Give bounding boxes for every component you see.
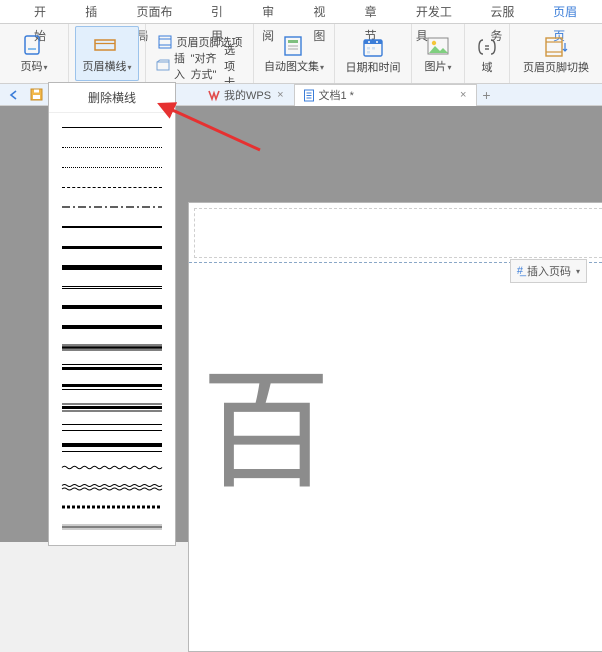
page-number-label: 页码▾ — [20, 61, 47, 74]
field-button[interactable]: 域 — [471, 26, 503, 81]
line-style-solid-thin[interactable] — [57, 117, 167, 137]
menu-item-cloud[interactable]: 云服务 — [476, 0, 539, 24]
line-style-dashed[interactable] — [57, 177, 167, 197]
header-line-dropdown: 删除横线 — [48, 82, 176, 546]
save-icon[interactable] — [28, 87, 44, 103]
header-region[interactable] — [189, 203, 602, 263]
menu-item-start[interactable]: 开始 — [20, 0, 71, 24]
line-style-list — [49, 113, 175, 545]
wps-icon — [208, 89, 220, 101]
line-style-solid-thick[interactable] — [57, 237, 167, 257]
hf-switch-button[interactable]: 页眉页脚切换 — [516, 26, 596, 81]
hash-icon: #̲ — [517, 265, 523, 277]
menu-item-section[interactable]: 章节 — [351, 0, 402, 24]
line-style-dash-thick[interactable] — [57, 497, 167, 517]
line-style-double-xwide[interactable] — [57, 437, 167, 457]
menu-item-headerfooter[interactable]: 页眉页 — [539, 0, 602, 24]
ribbon: 页码▾ 页眉横线▾ 页眉页脚选项 插入 "对齐方式" 选项卡 自动图文集▾ 日期… — [0, 24, 602, 84]
line-style-triple-wide[interactable] — [57, 397, 167, 417]
doc-tab-doc1-label: 文档1 * — [319, 87, 354, 103]
ribbon-group-switch: 页眉页脚切换 — [510, 24, 602, 83]
menu-item-reference[interactable]: 引用 — [197, 0, 248, 24]
picture-icon — [425, 33, 451, 59]
menu-item-dev[interactable]: 开发工具 — [402, 0, 476, 24]
tab-options-label: 选项卡 — [224, 42, 243, 85]
doc-tabs: 我的WPS × 文档1 * × + — [200, 84, 495, 106]
hf-switch-label: 页眉页脚切换 — [523, 62, 589, 74]
menu-bar: 开始 插入 页面布局 引用 审阅 视图 章节 开发工具 云服务 页眉页 — [0, 0, 602, 24]
ribbon-group-insert: 页眉页脚选项 插入 "对齐方式" 选项卡 — [146, 24, 254, 83]
doc-tab-wps-label: 我的WPS — [224, 87, 271, 103]
add-tab-button[interactable]: + — [477, 87, 495, 103]
picture-label: 图片▾ — [424, 61, 451, 74]
align-mode-label: "对齐方式" — [191, 50, 221, 82]
header-line-icon — [94, 33, 120, 59]
ribbon-group-headerline: 页眉横线▾ — [69, 24, 146, 83]
insert-label: 插入 — [174, 50, 187, 82]
doc-icon — [303, 89, 315, 102]
options-icon — [157, 34, 173, 50]
ribbon-group-picture: 图片▾ — [412, 24, 465, 83]
ribbon-group-datetime: 日期和时间 — [335, 24, 412, 83]
switch-icon — [543, 34, 569, 60]
line-style-dashdot[interactable] — [57, 197, 167, 217]
page: #̲ 插入页码 ▾ 百 — [188, 202, 602, 652]
page-icon — [21, 33, 47, 59]
back-icon[interactable] — [6, 87, 22, 103]
line-style-double-thin[interactable] — [57, 277, 167, 297]
autotext-label: 自动图文集▾ — [264, 61, 324, 74]
ribbon-group-field: 域 — [465, 24, 510, 83]
document-text: 百 — [201, 368, 331, 498]
header-line-button[interactable]: 页眉横线▾ — [75, 26, 139, 81]
line-style-double-wide[interactable] — [57, 417, 167, 437]
line-style-thick-thin[interactable] — [57, 317, 167, 337]
line-style-dotted[interactable] — [57, 157, 167, 177]
menu-item-layout[interactable]: 页面布局 — [122, 0, 196, 24]
insert-pagenum-button[interactable]: #̲ 插入页码 ▾ — [510, 259, 587, 283]
tab-icon — [156, 58, 170, 74]
menu-item-insert[interactable]: 插入 — [71, 0, 122, 24]
dropdown-title[interactable]: 删除横线 — [49, 83, 175, 113]
close-icon[interactable]: × — [458, 89, 468, 101]
line-style-emboss[interactable] — [57, 517, 167, 537]
line-style-solid-xthick[interactable] — [57, 257, 167, 277]
picture-button[interactable]: 图片▾ — [418, 26, 458, 81]
menu-item-view[interactable]: 视图 — [299, 0, 350, 24]
field-label: 域 — [482, 62, 493, 74]
ribbon-group-code: 页码▾ — [0, 24, 69, 83]
datetime-label: 日期和时间 — [346, 62, 401, 74]
close-icon[interactable]: × — [275, 89, 285, 101]
menu-item-review[interactable]: 审阅 — [248, 0, 299, 24]
doc-tab-doc1[interactable]: 文档1 * × — [294, 84, 478, 106]
field-icon — [474, 34, 500, 60]
insert-align-button[interactable]: 插入 "对齐方式" 选项卡 — [152, 56, 247, 76]
line-style-thick-thin-wide[interactable] — [57, 377, 167, 397]
page-number-button[interactable]: 页码▾ — [6, 26, 62, 81]
autotext-icon — [281, 33, 307, 59]
calendar-icon — [360, 34, 386, 60]
insert-pagenum-label: 插入页码 — [527, 263, 571, 279]
doc-tab-wps[interactable]: 我的WPS × — [200, 84, 294, 106]
line-style-wave[interactable] — [57, 457, 167, 477]
line-style-triple[interactable] — [57, 337, 167, 357]
autotext-button[interactable]: 自动图文集▾ — [260, 26, 328, 81]
line-style-dotted-fine[interactable] — [57, 137, 167, 157]
line-style-solid-med[interactable] — [57, 217, 167, 237]
datetime-button[interactable]: 日期和时间 — [341, 26, 405, 81]
ribbon-group-autotext: 自动图文集▾ — [254, 24, 335, 83]
header-line-label: 页眉横线▾ — [82, 61, 131, 74]
line-style-thin-thick[interactable] — [57, 297, 167, 317]
chevron-down-icon: ▾ — [576, 267, 580, 276]
line-style-thin-thick-wide[interactable] — [57, 357, 167, 377]
line-style-wave-double[interactable] — [57, 477, 167, 497]
